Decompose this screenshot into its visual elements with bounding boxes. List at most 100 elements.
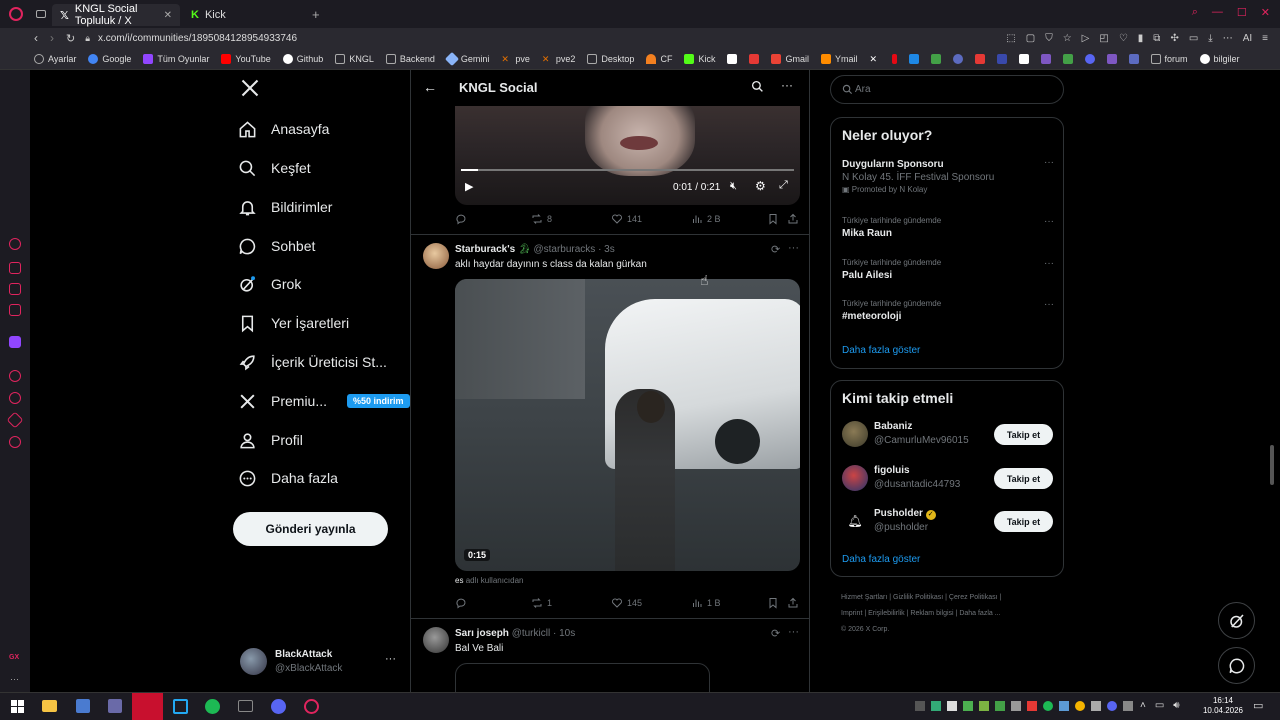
avatar[interactable]: [423, 243, 449, 269]
more-icon[interactable]: ···: [1044, 258, 1054, 269]
post-media[interactable]: [455, 663, 710, 692]
twitch-icon[interactable]: [9, 336, 21, 348]
bookmark-item[interactable]: Ymail: [820, 53, 858, 64]
bookmark-item[interactable]: [908, 53, 919, 64]
bookmark-item[interactable]: [952, 53, 963, 64]
footer-link[interactable]: Erişilebilirlik: [868, 610, 905, 617]
bookmark-star-icon[interactable]: ☆: [1063, 33, 1072, 44]
volume-icon[interactable]: 🔊︎: [1173, 700, 1179, 711]
tray-icon[interactable]: [915, 701, 925, 711]
more-icon[interactable]: ···: [1044, 299, 1054, 310]
play-icon[interactable]: ▷: [1082, 33, 1090, 44]
download-icon[interactable]: ⤓: [1208, 33, 1212, 44]
settings-icon[interactable]: [9, 436, 21, 448]
avatar[interactable]: [423, 627, 449, 653]
more-icon[interactable]: ···: [781, 78, 793, 92]
author-handle[interactable]: @starburacks: [533, 244, 595, 255]
bookmark-item[interactable]: Gmail: [771, 53, 809, 64]
more-icon[interactable]: ···: [788, 242, 799, 254]
nav-bookmarks[interactable]: Yer İşaretleri: [238, 308, 349, 338]
back-arrow-icon[interactable]: ←: [423, 79, 437, 95]
more-icon[interactable]: ···: [1044, 157, 1054, 168]
puzzle-icon[interactable]: ✣: [1170, 33, 1178, 44]
aria-icon[interactable]: ⋯: [1223, 33, 1233, 44]
bookmark-item[interactable]: [1128, 53, 1139, 64]
chevron-up-icon[interactable]: ˄: [1140, 700, 1146, 711]
like-button[interactable]: 141: [611, 213, 642, 225]
notification-icon[interactable]: ▭: [1253, 699, 1263, 712]
bookmark-item[interactable]: [727, 53, 738, 64]
window-close-icon[interactable]: ✕: [1261, 6, 1270, 19]
author-name[interactable]: Sarı joseph: [455, 628, 509, 639]
reply-button[interactable]: [455, 213, 471, 225]
follow-button[interactable]: Takip et: [994, 424, 1053, 445]
trend-item[interactable]: Türkiye tarihinde gündemde Palu Ailesi ·…: [842, 258, 1054, 281]
nav-more[interactable]: Daha fazla: [238, 463, 338, 493]
bookmark-item[interactable]: [1084, 53, 1095, 64]
tab-overview-icon[interactable]: [36, 10, 46, 18]
like-button[interactable]: 145: [611, 597, 642, 609]
bookmark-item[interactable]: Desktop: [587, 53, 634, 64]
nav-grok[interactable]: Grok: [238, 269, 301, 299]
more-icon[interactable]: ···: [10, 674, 19, 684]
search-tabs-icon[interactable]: ⌕: [1192, 6, 1198, 19]
back-icon[interactable]: ‹: [34, 31, 38, 45]
more-icon[interactable]: ···: [788, 626, 799, 638]
wallet-icon[interactable]: ▭: [1189, 33, 1198, 44]
forward-icon[interactable]: ›: [50, 31, 54, 45]
bookmark-item[interactable]: [891, 53, 897, 64]
bookmark-item[interactable]: Gemini: [444, 51, 489, 66]
footer-link[interactable]: Hizmet Şartları: [841, 594, 887, 601]
video-progress-track[interactable]: [461, 169, 794, 171]
trend-item[interactable]: Duyguların Sponsoru N Kolay 45. İFF Fest…: [842, 157, 1054, 194]
search-input[interactable]: Ara: [830, 75, 1064, 104]
clock[interactable]: 16:14 10.04.2026: [1198, 696, 1248, 716]
follow-suggestion[interactable]: Babaniz @CamurluMev96015 Takip et: [831, 419, 1063, 451]
bookmark-item[interactable]: [749, 53, 760, 64]
tray-icon[interactable]: [979, 701, 989, 711]
post-button[interactable]: Gönderi yayınla: [233, 512, 388, 546]
show-more-link[interactable]: Daha fazla göster: [842, 345, 920, 356]
tray-icon[interactable]: [1027, 701, 1037, 711]
extensions-icon[interactable]: ⧉: [1153, 33, 1160, 44]
post[interactable]: Sarı joseph @turkicll · 10s ⟳ ··· Bal Ve…: [411, 619, 809, 692]
bookmark-item[interactable]: CF: [646, 53, 672, 64]
bookmark-item[interactable]: Google: [88, 53, 131, 64]
discord-icon[interactable]: [271, 699, 286, 714]
gx-icon[interactable]: GX: [9, 654, 19, 661]
bookmark-item[interactable]: [1018, 53, 1029, 64]
bookmark-item[interactable]: [1062, 53, 1073, 64]
grok-icon[interactable]: ⟳: [771, 627, 780, 640]
sidebar-app-icon[interactable]: [9, 304, 21, 316]
follow-suggestion[interactable]: figoluis @dusantadic44793 Takip et: [831, 463, 1063, 495]
mute-icon[interactable]: 🔇︎: [730, 180, 737, 193]
follow-suggestion[interactable]: 🔔︎ Pusholder ✓ @pusholder Takip et: [831, 506, 1063, 538]
bookmark-item[interactable]: Github: [282, 53, 323, 64]
repost-button[interactable]: 8: [531, 213, 552, 225]
post[interactable]: Starburack's 🐊︎ @starburacks · 3s ⟳ ··· …: [411, 235, 809, 619]
vscode-icon[interactable]: [173, 699, 188, 714]
video-player[interactable]: ▶ 0:01 / 0:21 🔇︎ ⚙ ⤢: [455, 106, 800, 205]
app-icon[interactable]: [238, 700, 253, 712]
url-field[interactable]: x.com/i/communities/1895084128954933746: [98, 33, 297, 44]
sidebar-app-icon[interactable]: [9, 283, 21, 295]
bookmark-item[interactable]: [1106, 53, 1117, 64]
tray-icon[interactable]: [963, 701, 973, 711]
tray-icon[interactable]: [1123, 701, 1133, 711]
x-logo-icon[interactable]: [240, 78, 260, 98]
shield-icon[interactable]: ⛉: [1045, 33, 1053, 44]
tray-icon[interactable]: [1043, 701, 1053, 711]
footer-link[interactable]: Gizlilik Politikası: [893, 594, 943, 601]
bookmark-item[interactable]: [974, 53, 985, 64]
opera-logo-icon[interactable]: [9, 7, 23, 21]
footer-link[interactable]: Reklam bilgisi: [910, 610, 953, 617]
author-handle[interactable]: @turkicll: [512, 628, 551, 639]
tray-icon[interactable]: [1059, 701, 1069, 711]
bookmark-item[interactable]: ✕ pve2: [542, 54, 576, 64]
tray-icon[interactable]: [1075, 701, 1085, 711]
grok-icon[interactable]: ⟳: [771, 243, 780, 256]
minimize-icon[interactable]: —: [1212, 6, 1223, 19]
grok-float-button[interactable]: [1218, 602, 1255, 639]
nav-premium[interactable]: Premiu... %50 indirim: [238, 386, 410, 416]
app-icon[interactable]: [304, 699, 319, 714]
